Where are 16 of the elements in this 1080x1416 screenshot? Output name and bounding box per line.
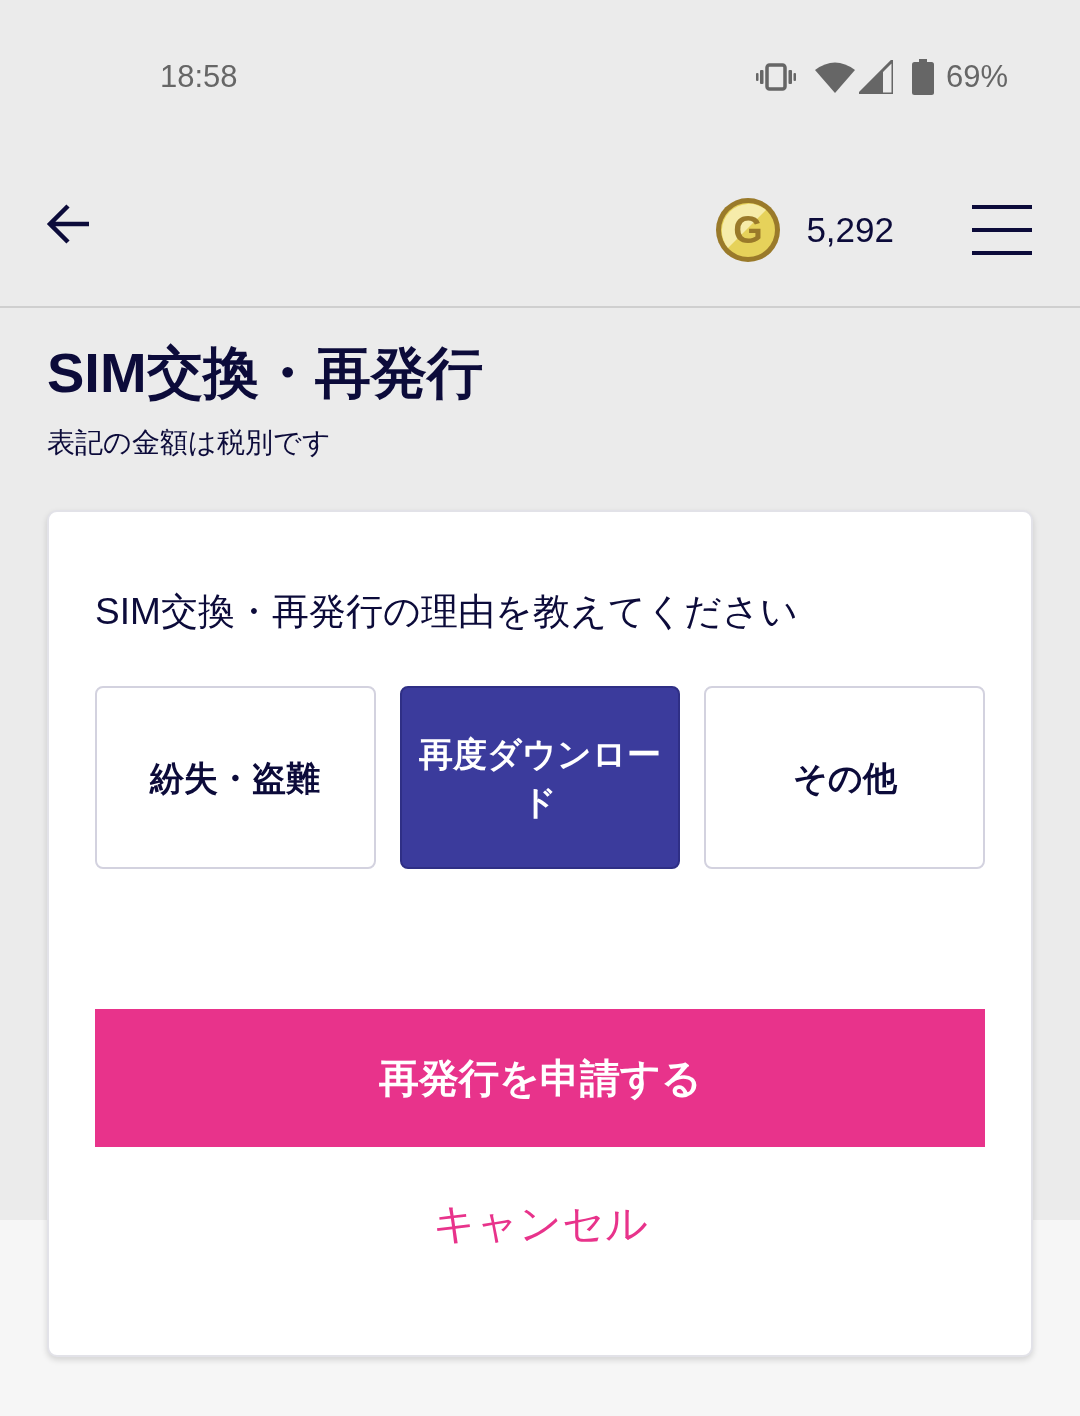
battery-icon [911, 59, 934, 95]
cancel-link[interactable]: キャンセル [432, 1195, 648, 1253]
battery-percent: 69% [945, 59, 1008, 95]
reason-option[interactable]: その他 [704, 686, 985, 869]
status-time: 18:58 [160, 59, 238, 95]
vibrate-icon [755, 63, 796, 91]
points-balance: 5,292 [806, 210, 894, 250]
wifi-icon [814, 61, 855, 93]
tax-note: 表記の金額は税別です [47, 426, 332, 460]
reason-option[interactable]: 紛失・盗難 [95, 686, 376, 869]
page-title: SIM交換・再発行 [47, 340, 484, 406]
menu-icon[interactable] [972, 205, 1032, 255]
submit-button[interactable]: 再発行を申請する [95, 1009, 985, 1147]
signal-icon [858, 60, 893, 94]
reason-question: SIM交換・再発行の理由を教えてください [95, 590, 799, 634]
reason-option[interactable]: 再度ダウンロード [399, 686, 681, 869]
